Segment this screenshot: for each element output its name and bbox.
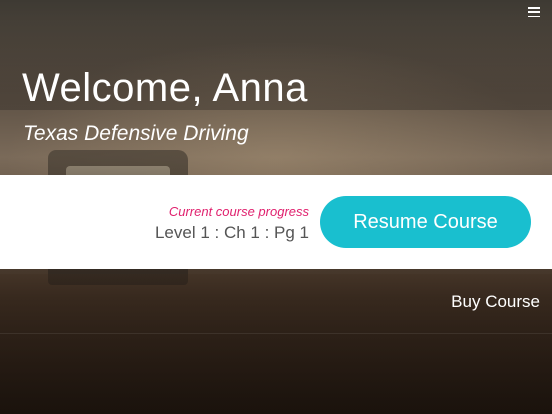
welcome-heading: Welcome, Anna [22, 66, 308, 110]
divider-line [0, 333, 552, 334]
course-title: Texas Defensive Driving [23, 122, 249, 145]
progress-panel: Current course progress Level 1 : Ch 1 :… [0, 175, 552, 269]
hamburger-menu-icon[interactable] [528, 7, 540, 17]
progress-value: Level 1 : Ch 1 : Pg 1 [154, 223, 309, 242]
progress-label: Current course progress [168, 204, 309, 219]
buy-course-link[interactable]: Buy Course [451, 292, 540, 312]
menu-bar [528, 11, 540, 13]
menu-bar [528, 7, 540, 9]
resume-course-button[interactable]: Resume Course [320, 196, 531, 248]
menu-bar [528, 15, 540, 17]
